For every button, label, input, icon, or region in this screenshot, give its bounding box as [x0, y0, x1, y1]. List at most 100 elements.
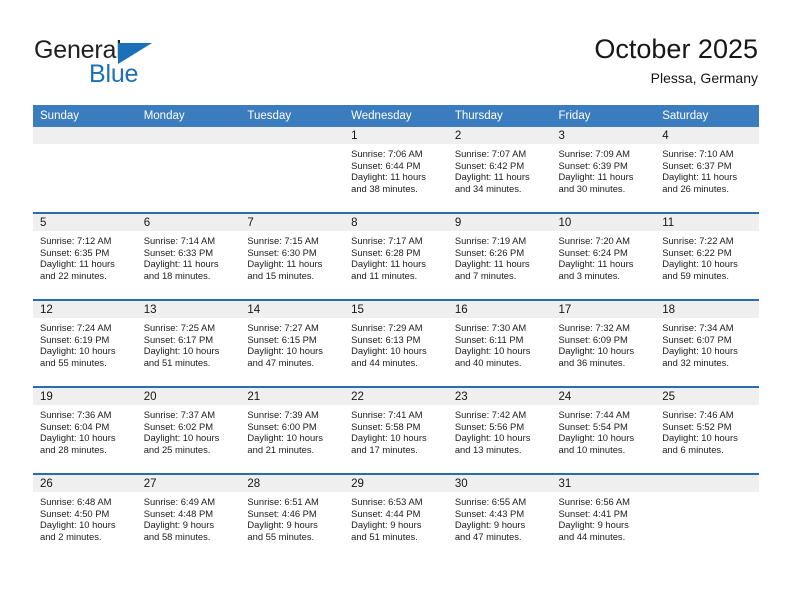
- daylight-text-line1: Daylight: 10 hours: [143, 432, 220, 444]
- daylight-text-line1: Daylight: 9 hours: [454, 519, 526, 531]
- calendar-day-cell[interactable]: 21 Sunrise: 7:39 AM Sunset: 6:00 PM Dayligh…: [240, 386, 345, 474]
- daylight-text-line1: Daylight: 10 hours: [662, 432, 738, 444]
- daylight-text-line2: and 22 minutes.: [40, 269, 107, 281]
- calendar-header-row: Sunday Monday Tuesday Wednesday Thursday…: [33, 105, 759, 127]
- day-details: Sunrise: 7:14 AM Sunset: 6:33 PM Daylight:…: [137, 231, 241, 281]
- day-details: Sunrise: 6:49 AM Sunset: 4:48 PM Daylight:…: [137, 492, 241, 542]
- calendar-day-cell[interactable]: 11 Sunrise: 7:22 AM Sunset: 6:22 PM Dayligh…: [655, 212, 759, 300]
- calendar-body: 1 Sunrise: 7:06 AM Sunset: 6:44 PM Daylight…: [33, 127, 759, 560]
- daylight-text-line1: Daylight: 10 hours: [40, 519, 116, 531]
- day-number: 11: [655, 214, 759, 231]
- daylight-text-line1: Daylight: 10 hours: [454, 432, 531, 444]
- calendar-day-cell[interactable]: 8 Sunrise: 7:17 AM Sunset: 6:28 PM Daylight…: [344, 212, 448, 300]
- sunset-text: Sunset: 5:52 PM: [662, 420, 732, 432]
- day-number: 22: [344, 388, 448, 405]
- day-details: Sunrise: 7:09 AM Sunset: 6:39 PM Daylight:…: [552, 144, 656, 194]
- calendar-day-cell[interactable]: 14 Sunrise: 7:27 AM Sunset: 6:15 PM Dayligh…: [240, 299, 345, 387]
- daylight-text-line2: and 2 minutes.: [40, 530, 102, 542]
- calendar-day-cell[interactable]: 9 Sunrise: 7:19 AM Sunset: 6:26 PM Daylight…: [447, 212, 552, 300]
- calendar-day-cell[interactable]: 24 Sunrise: 7:44 AM Sunset: 5:54 PM Dayligh…: [551, 386, 656, 474]
- day-details: Sunrise: 7:12 AM Sunset: 6:35 PM Daylight:…: [33, 231, 137, 281]
- calendar-day-cell[interactable]: 19 Sunrise: 7:36 AM Sunset: 6:04 PM Dayligh…: [33, 386, 137, 474]
- calendar-day-cell[interactable]: 23 Sunrise: 7:42 AM Sunset: 5:56 PM Dayligh…: [447, 386, 552, 474]
- day-details: Sunrise: 7:39 AM Sunset: 6:00 PM Daylight:…: [240, 405, 344, 455]
- calendar-day-cell[interactable]: 28 Sunrise: 6:51 AM Sunset: 4:46 PM Dayligh…: [240, 473, 345, 560]
- sunrise-text: Sunrise: 7:27 AM: [247, 322, 319, 333]
- day-details: Sunrise: 7:06 AM Sunset: 6:44 PM Daylight:…: [344, 144, 448, 194]
- sunset-text: Sunset: 4:43 PM: [454, 507, 525, 519]
- daylight-text-line2: and 11 minutes.: [351, 269, 418, 281]
- daylight-text-line2: and 55 minutes.: [247, 530, 315, 542]
- sunrise-text: Sunrise: 6:56 AM: [558, 496, 630, 507]
- day-details: Sunrise: 7:44 AM Sunset: 5:54 PM Daylight:…: [552, 405, 656, 455]
- calendar-day-cell[interactable]: 29 Sunrise: 6:53 AM Sunset: 4:44 PM Dayligh…: [344, 473, 448, 560]
- calendar-cell-empty: [655, 473, 759, 560]
- day-details: Sunrise: 7:20 AM Sunset: 6:24 PM Daylight:…: [552, 231, 656, 281]
- calendar-day-cell[interactable]: 26 Sunrise: 6:48 AM Sunset: 4:50 PM Dayligh…: [33, 473, 137, 560]
- daylight-text-line2: and 13 minutes.: [454, 443, 522, 455]
- calendar-page: General Blue October 2025 Plessa, German…: [0, 0, 792, 612]
- calendar-day-cell[interactable]: 12 Sunrise: 7:24 AM Sunset: 6:19 PM Dayligh…: [33, 299, 137, 387]
- daylight-text-line2: and 58 minutes.: [143, 530, 211, 542]
- sunrise-text: Sunrise: 7:20 AM: [558, 235, 630, 246]
- daylight-text-line1: Daylight: 10 hours: [558, 432, 635, 444]
- daylight-text-line2: and 55 minutes.: [40, 356, 107, 368]
- day-number: 26: [33, 475, 137, 492]
- sunrise-text: Sunrise: 7:37 AM: [143, 409, 216, 420]
- calendar-day-cell[interactable]: 4 Sunrise: 7:10 AM Sunset: 6:37 PM Daylight…: [655, 127, 759, 213]
- sunset-text: Sunset: 6:19 PM: [40, 333, 110, 345]
- day-number: 6: [136, 214, 241, 231]
- daylight-text-line1: Daylight: 9 hours: [247, 519, 318, 531]
- day-number: 9: [447, 214, 552, 231]
- calendar-day-cell[interactable]: 20 Sunrise: 7:37 AM Sunset: 6:02 PM Dayligh…: [136, 386, 241, 474]
- sunrise-text: Sunrise: 7:22 AM: [662, 235, 734, 246]
- daylight-text-line1: Daylight: 9 hours: [351, 519, 422, 531]
- sunrise-text: Sunrise: 6:51 AM: [247, 496, 319, 507]
- sunrise-text: Sunrise: 7:25 AM: [143, 322, 216, 333]
- sunset-text: Sunset: 6:42 PM: [454, 159, 525, 171]
- weekday-header-monday: Monday: [136, 105, 241, 127]
- daylight-text-line1: Daylight: 10 hours: [454, 345, 531, 357]
- calendar-day-cell[interactable]: 13 Sunrise: 7:25 AM Sunset: 6:17 PM Dayligh…: [136, 299, 241, 387]
- sunrise-text: Sunrise: 7:41 AM: [351, 409, 423, 420]
- daylight-text-line1: Daylight: 11 hours: [247, 258, 323, 270]
- calendar-day-cell[interactable]: 1 Sunrise: 7:06 AM Sunset: 6:44 PM Daylight…: [344, 127, 448, 213]
- calendar-day-cell[interactable]: 25 Sunrise: 7:46 AM Sunset: 5:52 PM Dayligh…: [655, 386, 759, 474]
- day-details: Sunrise: 7:30 AM Sunset: 6:11 PM Daylight:…: [448, 318, 552, 368]
- sunrise-text: Sunrise: 7:29 AM: [351, 322, 423, 333]
- daylight-text-line2: and 10 minutes.: [558, 443, 626, 455]
- calendar-day-cell[interactable]: 3 Sunrise: 7:09 AM Sunset: 6:39 PM Daylight…: [551, 127, 656, 213]
- calendar-day-cell[interactable]: 30 Sunrise: 6:55 AM Sunset: 4:43 PM Dayligh…: [447, 473, 552, 560]
- calendar-week-row: 12 Sunrise: 7:24 AM Sunset: 6:19 PM Dayligh…: [33, 299, 759, 387]
- calendar-day-cell[interactable]: 27 Sunrise: 6:49 AM Sunset: 4:48 PM Dayligh…: [136, 473, 241, 560]
- calendar-week-row: 19 Sunrise: 7:36 AM Sunset: 6:04 PM Dayligh…: [33, 386, 759, 474]
- sunset-text: Sunset: 6:11 PM: [454, 333, 524, 345]
- day-number: 17: [551, 301, 656, 318]
- daylight-text-line1: Daylight: 10 hours: [247, 432, 323, 444]
- page-header: General Blue October 2025 Plessa, German…: [0, 0, 792, 100]
- day-number: 29: [344, 475, 448, 492]
- daylight-text-line2: and 21 minutes.: [247, 443, 315, 455]
- calendar-day-cell[interactable]: 16 Sunrise: 7:30 AM Sunset: 6:11 PM Dayligh…: [447, 299, 552, 387]
- day-number: 19: [33, 388, 137, 405]
- location-subtitle: Plessa, Germany: [650, 70, 758, 86]
- day-number: 2: [447, 127, 552, 144]
- calendar-day-cell[interactable]: 6 Sunrise: 7:14 AM Sunset: 6:33 PM Daylight…: [136, 212, 241, 300]
- brand-logo[interactable]: General Blue: [34, 36, 254, 92]
- daylight-text-line2: and 3 minutes.: [558, 269, 621, 281]
- calendar-day-cell[interactable]: 7 Sunrise: 7:15 AM Sunset: 6:30 PM Daylight…: [240, 212, 345, 300]
- calendar-day-cell[interactable]: 15 Sunrise: 7:29 AM Sunset: 6:13 PM Dayligh…: [344, 299, 448, 387]
- sunrise-text: Sunrise: 6:48 AM: [40, 496, 112, 507]
- calendar-day-cell[interactable]: 22 Sunrise: 7:41 AM Sunset: 5:58 PM Dayligh…: [344, 386, 448, 474]
- calendar-day-cell[interactable]: 31 Sunrise: 6:56 AM Sunset: 4:41 PM Dayligh…: [551, 473, 656, 560]
- sunrise-text: Sunrise: 7:42 AM: [454, 409, 527, 420]
- calendar-day-cell[interactable]: 5 Sunrise: 7:12 AM Sunset: 6:35 PM Daylight…: [33, 212, 137, 300]
- calendar-day-cell[interactable]: 2 Sunrise: 7:07 AM Sunset: 6:42 PM Daylight…: [447, 127, 552, 213]
- calendar-cell-empty: [33, 127, 137, 213]
- calendar-day-cell[interactable]: 18 Sunrise: 7:34 AM Sunset: 6:07 PM Dayligh…: [655, 299, 759, 387]
- calendar-day-cell[interactable]: 10 Sunrise: 7:20 AM Sunset: 6:24 PM Dayligh…: [551, 212, 656, 300]
- day-number: 12: [33, 301, 137, 318]
- daylight-text-line2: and 38 minutes.: [351, 182, 418, 194]
- sunset-text: Sunset: 6:30 PM: [247, 246, 317, 258]
- calendar-day-cell[interactable]: 17 Sunrise: 7:32 AM Sunset: 6:09 PM Dayligh…: [551, 299, 656, 387]
